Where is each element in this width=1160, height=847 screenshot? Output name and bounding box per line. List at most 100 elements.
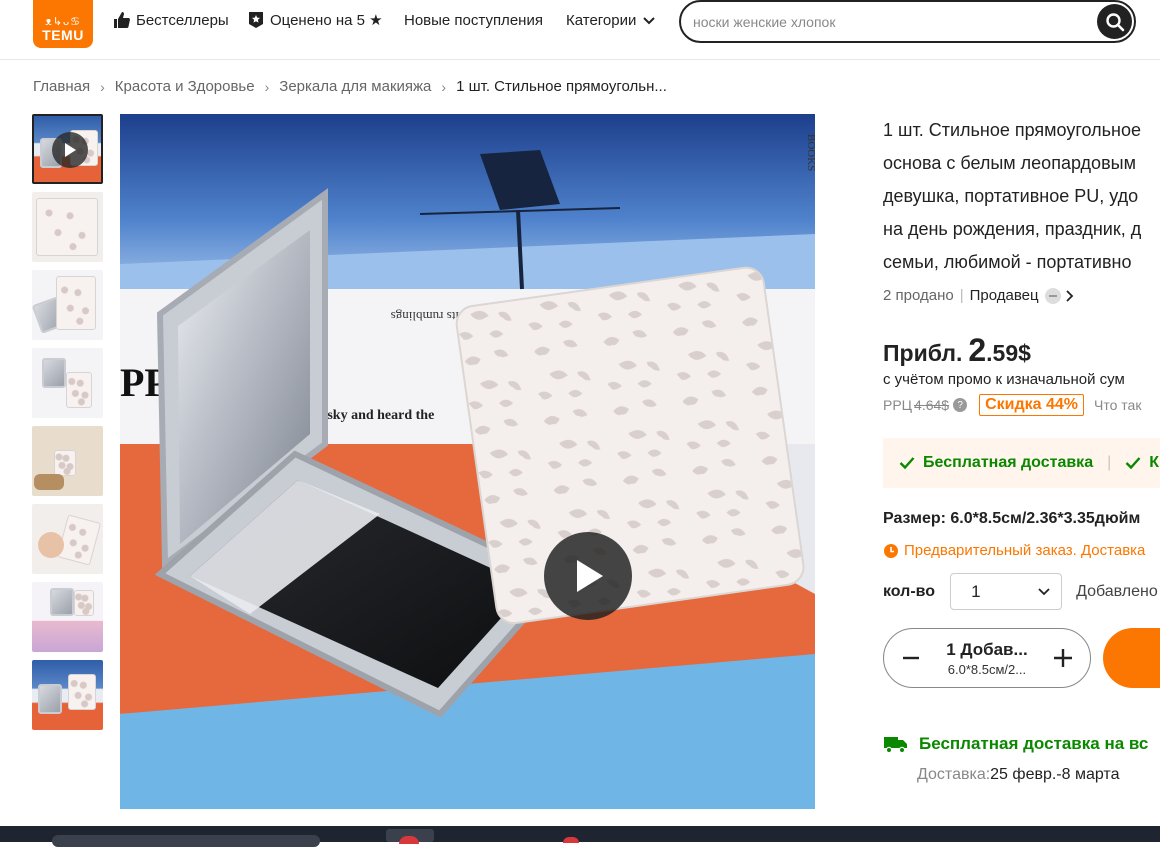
search-input[interactable] <box>693 13 1073 30</box>
thumbnail-image[interactable] <box>32 504 103 574</box>
rrp-row: РРЦ 4.64$ ? Скидка 44% Что так <box>883 394 1160 416</box>
discount-badge: Скидка 44% <box>979 394 1085 416</box>
check-icon <box>899 457 915 470</box>
free-shipping-badge: Бесплатная доставка <box>923 454 1094 471</box>
rrp-old-price: 4.64$ <box>914 397 950 413</box>
product-main-image[interactable]: PPORBOO I saw its rumblings in the sky a… <box>120 114 815 809</box>
svg-text:BOOKS: BOOKS <box>805 134 815 171</box>
app-icon <box>563 837 579 843</box>
quantity-row: кол-во 1 Добавлено <box>883 573 1160 610</box>
shipping-badge-2: К <box>1149 454 1160 471</box>
check-icon <box>1125 457 1141 470</box>
divider: | <box>1107 454 1112 471</box>
rrp-info-link[interactable]: Что так <box>1094 397 1141 413</box>
chevron-right-icon: › <box>441 78 447 95</box>
breadcrumb-mirrors[interactable]: Зеркала для макияжа <box>279 78 431 95</box>
thumbs-up-icon <box>114 12 130 28</box>
quantity-value: 1 <box>971 581 981 601</box>
price-fraction: .59$ <box>986 340 1031 366</box>
chevron-down-icon <box>643 17 656 25</box>
promo-note: с учётом промо к изначальной сум <box>883 371 1125 388</box>
preorder-notice[interactable]: Предварительный заказ. Доставка <box>883 542 1160 559</box>
breadcrumb-beauty[interactable]: Красота и Здоровье <box>115 78 255 95</box>
thumbnail-art <box>36 198 98 256</box>
nav-new-arrivals[interactable]: Новые поступления <box>404 10 543 30</box>
top-header: ᴥ↳ᴗ♋ TEMU Бестселлеры Оценено на 5 ★ Нов… <box>0 0 1160 60</box>
free-shipping-info[interactable]: Бесплатная доставка на вс <box>883 734 1160 754</box>
nav-label: Новые поступления <box>404 11 543 29</box>
thumbnail-video[interactable] <box>32 114 103 184</box>
breadcrumb-home[interactable]: Главная <box>33 78 90 95</box>
add-to-cart-button[interactable] <box>1102 628 1160 688</box>
stepper-main-text: 1 Добав... <box>946 639 1028 659</box>
thumbnail-image[interactable] <box>32 270 103 340</box>
decrease-button[interactable] <box>898 645 924 671</box>
delivery-dates: 25 февр.-8 марта <box>990 766 1120 783</box>
product-title-line: основа с белым леопардовым <box>883 153 1136 173</box>
search-button[interactable] <box>1097 4 1132 39</box>
minus-icon <box>903 656 919 660</box>
star-badge-icon <box>249 12 263 28</box>
taskbar-item[interactable] <box>52 835 320 847</box>
thumbnail-art <box>74 590 94 616</box>
thumbnail-art <box>50 588 74 616</box>
chevron-right-icon: › <box>100 78 105 95</box>
nav-bestsellers[interactable]: Бестселлеры <box>113 10 229 30</box>
temu-logo[interactable]: ᴥ↳ᴗ♋ TEMU <box>33 0 93 48</box>
increase-button[interactable] <box>1050 645 1076 671</box>
thumbnail-list <box>32 114 104 738</box>
thumbnail-image[interactable] <box>32 426 103 496</box>
chevron-right-icon <box>1065 289 1073 302</box>
nav-rated-5[interactable]: Оценено на 5 ★ <box>247 10 383 30</box>
thumbnail-art <box>68 674 96 710</box>
help-icon[interactable]: ? <box>953 398 968 412</box>
thumbnail-art <box>66 372 92 408</box>
stepper-variant-text: 6.0*8.5см/2... <box>947 661 1027 677</box>
nav-label: Категории <box>566 11 637 29</box>
thumbnail-art <box>42 358 66 388</box>
seller-avatar-icon <box>1044 287 1061 304</box>
clock-icon <box>884 543 898 558</box>
truck-icon <box>884 737 907 754</box>
rrp-label: РРЦ <box>883 397 913 413</box>
logo-text: TEMU <box>42 27 84 43</box>
app-icon <box>399 836 419 844</box>
search-icon <box>1105 12 1124 31</box>
divider: | <box>959 287 964 304</box>
size-label: Размер: 6.0*8.5см/2.36*3.35дюйм <box>883 510 1141 527</box>
play-button[interactable] <box>544 532 632 620</box>
breadcrumb: Главная › Красота и Здоровье › Зеркала д… <box>33 78 667 95</box>
thumbnail-image[interactable] <box>32 192 103 262</box>
nav-label: Бестселлеры <box>136 11 229 29</box>
quantity-label: кол-во <box>883 582 936 600</box>
free-shipping-text: Бесплатная доставка на вс <box>919 734 1149 753</box>
play-icon <box>52 132 88 168</box>
plus-icon <box>1053 649 1072 667</box>
seller-label: Продавец <box>969 287 1039 304</box>
preorder-text: Предварительный заказ. Доставка <box>904 542 1146 559</box>
chevron-down-icon <box>1038 587 1050 595</box>
delivery-estimate: Доставка:25 февр.-8 марта <box>917 766 1160 784</box>
sold-count: 2 продано <box>883 287 954 304</box>
thumbnail-art <box>54 450 76 476</box>
chevron-right-icon: › <box>264 78 270 95</box>
thumbnail-image[interactable] <box>32 582 103 652</box>
quantity-select[interactable]: 1 <box>950 573 1063 610</box>
shipping-benefits[interactable]: Бесплатная доставка | К <box>883 438 1160 488</box>
seller-link[interactable]: Продавец <box>970 287 1075 304</box>
product-title-line: на день рождения, праздник, д <box>883 219 1142 239</box>
thumbnail-image[interactable] <box>32 660 103 730</box>
thumbnail-art <box>56 276 96 330</box>
product-title-line: семьи, любимой - портативно <box>883 252 1132 272</box>
product-title-line: девушка, портативное PU, удо <box>883 186 1139 206</box>
thumbnail-image[interactable] <box>32 348 103 418</box>
breadcrumb-current: 1 шт. Стильное прямоугольн... <box>456 78 667 95</box>
nav-categories[interactable]: Категории <box>566 10 656 30</box>
delivery-label: Доставка: <box>917 766 991 783</box>
thumbnail-art <box>38 684 62 714</box>
added-status: Добавлено <box>1076 582 1158 600</box>
cart-row: 1 Добав... 6.0*8.5см/2... <box>883 628 1160 688</box>
product-info-panel: 1 шт. Стильное прямоугольное основа с бе… <box>883 114 1160 784</box>
price-row: Прибл. 2 .59$ <box>883 332 1160 369</box>
nav-label: Оценено на 5 ★ <box>270 12 383 29</box>
